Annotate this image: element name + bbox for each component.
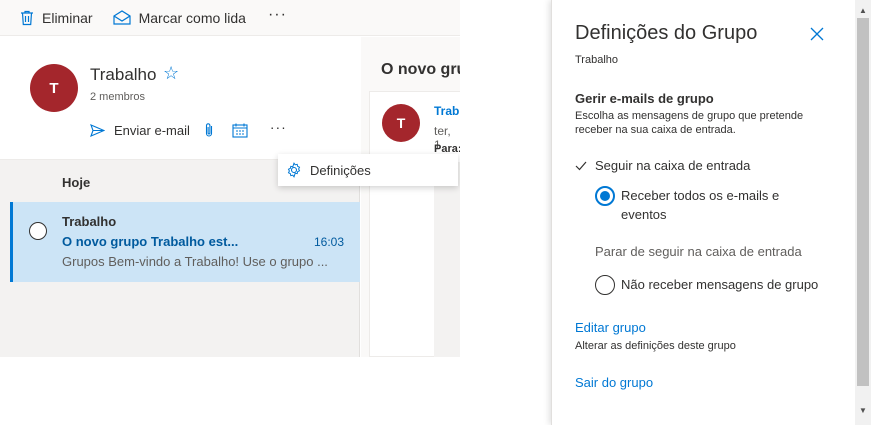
follow-label: Seguir na caixa de entrada (595, 158, 751, 173)
attachment-icon[interactable] (204, 122, 214, 138)
message-preview: Grupos Bem-vindo a Trabalho! Use o grupo… (62, 254, 328, 269)
trash-icon (21, 10, 33, 25)
date-group-header: Hoje (62, 175, 91, 190)
stop-following-label: Parar de seguir na caixa de entrada (595, 244, 802, 259)
panel-title: Definições do Grupo (575, 22, 758, 44)
receive-all-option[interactable]: Receber todos os e-mails e eventos (595, 186, 805, 224)
group-header: T Trabalho ☆ 2 membros Enviar e-mail ··· (0, 37, 360, 160)
message-subject: O novo grupo Trabalho est... (62, 234, 239, 249)
reading-subject: O novo gru (381, 61, 460, 78)
list-item[interactable]: Trabalho O novo grupo Trabalho est... 16… (10, 202, 360, 282)
settings-menu-item[interactable]: Definições (278, 154, 458, 186)
reading-pane: O novo gru T Trab ter, 1 Para: (361, 37, 460, 357)
send-email-label: Enviar e-mail (114, 122, 190, 138)
delete-label: Eliminar (42, 9, 93, 26)
edit-group-description: Alterar as definições deste grupo (575, 340, 736, 352)
manage-emails-heading: Gerir e-mails de grupo (575, 91, 714, 106)
edit-group-link[interactable]: Editar grupo (575, 320, 646, 335)
no-messages-label: Não receber mensagens de grupo (621, 277, 819, 292)
close-icon[interactable] (810, 27, 824, 46)
no-messages-radio[interactable] (595, 275, 615, 295)
message-sender: Trabalho (62, 214, 117, 229)
group-settings-panel: Definições do Grupo Trabalho Gerir e-mai… (551, 0, 871, 425)
checkmark-icon (575, 161, 587, 170)
manage-emails-description: Escolha as mensagens de grupo que preten… (575, 110, 804, 136)
favorite-star-icon[interactable]: ☆ (163, 63, 179, 84)
no-messages-option[interactable]: Não receber mensagens de grupo (595, 275, 818, 295)
calendar-icon[interactable] (232, 123, 248, 138)
gear-icon (287, 162, 301, 178)
group-more-button[interactable]: ··· (270, 119, 287, 135)
scroll-up-arrow-icon[interactable]: ▲ (859, 6, 867, 15)
group-members-count[interactable]: 2 membros (90, 91, 145, 103)
mark-read-button[interactable]: Marcar como lida (112, 9, 246, 26)
reading-message-card: T Trab ter, 1 Para: (369, 91, 460, 357)
scrollbar-thumb[interactable] (857, 18, 869, 386)
receive-all-label: Receber todos os e-mails e eventos (621, 188, 780, 222)
send-email-button[interactable]: Enviar e-mail (90, 123, 190, 138)
command-toolbar: Eliminar Marcar como lida ··· (0, 0, 460, 36)
message-list-pane: T Trabalho ☆ 2 membros Enviar e-mail ···… (0, 37, 360, 357)
mark-read-label: Marcar como lida (138, 9, 246, 26)
settings-menu-label: Definições (310, 162, 371, 178)
group-name: Trabalho (90, 65, 157, 84)
toolbar-more-button[interactable]: ··· (268, 6, 287, 24)
panel-scrollbar[interactable]: ▲ ▼ (855, 0, 871, 425)
reading-sender[interactable]: Trab (434, 104, 459, 118)
send-icon (90, 123, 105, 137)
mail-app: Eliminar Marcar como lida ··· T Trabalho… (0, 0, 460, 357)
panel-subtitle: Trabalho (575, 54, 619, 66)
delete-button[interactable]: Eliminar (20, 10, 93, 26)
group-avatar: T (30, 64, 78, 112)
select-message-checkbox[interactable] (29, 222, 47, 240)
sender-avatar: T (382, 104, 420, 142)
receive-all-radio[interactable] (595, 186, 615, 206)
follow-in-inbox-option[interactable]: Seguir na caixa de entrada (575, 158, 750, 173)
scroll-down-arrow-icon[interactable]: ▼ (859, 406, 867, 415)
open-envelope-icon (112, 10, 131, 25)
group-actions: Enviar e-mail ··· (90, 119, 287, 140)
reading-body (434, 162, 460, 357)
leave-group-link[interactable]: Sair do grupo (575, 375, 653, 390)
message-time: 16:03 (313, 235, 344, 249)
